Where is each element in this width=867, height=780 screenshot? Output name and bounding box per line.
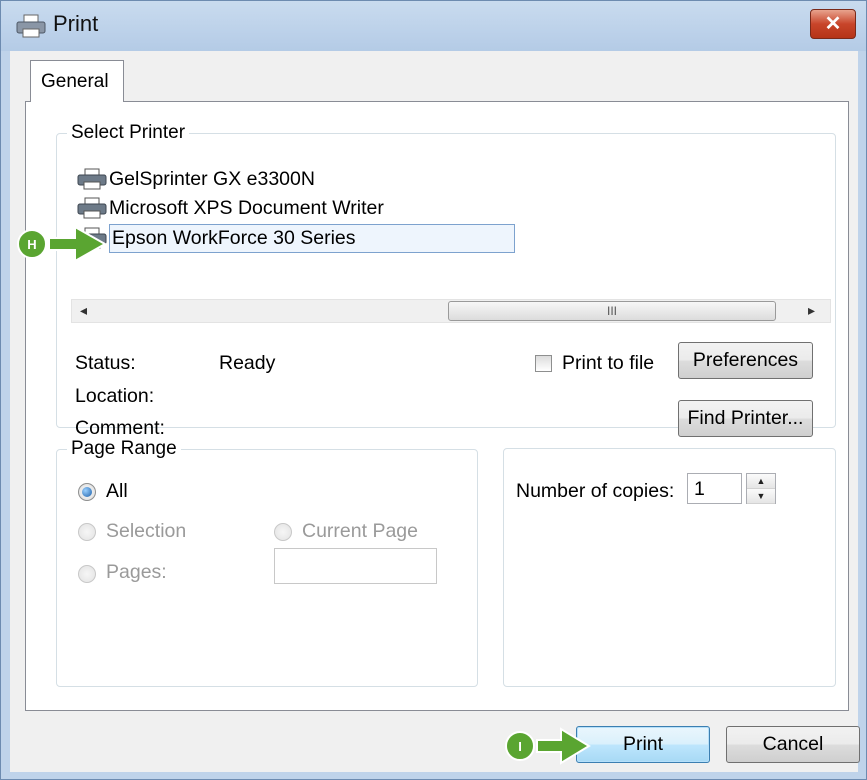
printer-item-gelsprinter[interactable]: GelSprinter GX e3300N [77,166,315,192]
current-page-label[interactable]: Current Page [302,520,418,543]
comment-label: Comment: [75,417,165,439]
printer-item-epson[interactable]: Epson WorkForce 30 Series [77,223,515,253]
print-to-file-label[interactable]: Print to file [562,352,654,375]
general-tab-panel: Select Printer GelSprinter GX e3300N Mic… [25,101,849,711]
title-bar[interactable]: Print ✕ [1,1,866,51]
window-title: Print [53,11,99,36]
copies-input[interactable]: 1 [687,473,742,504]
cancel-button[interactable]: Cancel [726,726,860,763]
preferences-button[interactable]: Preferences [678,342,813,379]
printer-list-scrollbar[interactable]: ◂ III ▸ [71,299,831,323]
current-page-radio[interactable] [274,523,292,541]
copies-group: Number of copies: 1 ▲ ▼ [503,448,836,687]
printer-item-xps[interactable]: Microsoft XPS Document Writer [77,195,384,221]
selection-label[interactable]: Selection [106,520,186,543]
print-to-file-checkbox[interactable] [535,355,552,372]
scrollbar-thumb[interactable]: III [448,301,776,321]
close-icon: ✕ [824,13,842,35]
status-value: Ready [219,352,276,374]
select-printer-legend: Select Printer [71,122,186,143]
copies-spinner[interactable]: ▲ ▼ [746,473,776,504]
spin-down-icon[interactable]: ▼ [747,489,775,504]
callout-h-letter: H [27,237,36,252]
page-range-legend: Page Range [71,438,177,459]
all-label[interactable]: All [106,480,128,503]
callout-i-arrow: I [505,727,591,765]
callout-i-letter: I [518,739,522,754]
scroll-left-icon[interactable]: ◂ [80,302,87,319]
printer-name: Epson WorkForce 30 Series [109,223,515,253]
status-label: Status: [75,352,136,374]
dialog-body: General Select Printer GelSprinter GX e3… [10,51,860,772]
pages-radio[interactable] [78,565,96,583]
callout-h-arrow: H [17,225,108,263]
pages-label[interactable]: Pages: [106,561,167,584]
all-radio[interactable] [78,483,96,501]
copies-label: Number of copies: [516,480,675,502]
pages-input[interactable] [274,548,437,584]
printer-icon [77,197,107,219]
selection-radio[interactable] [78,523,96,541]
radio-selected-dot [82,487,92,497]
location-label: Location: [75,385,155,407]
close-button[interactable]: ✕ [810,9,856,39]
select-printer-group: Select Printer GelSprinter GX e3300N Mic… [56,122,836,439]
printer-icon [16,14,46,38]
spin-up-icon[interactable]: ▲ [747,474,775,489]
print-dialog: Print ✕ General Select Printer GelSprint… [0,0,867,780]
printer-icon [77,168,107,190]
find-printer-button[interactable]: Find Printer... [678,400,813,437]
scroll-right-icon[interactable]: ▸ [808,302,815,319]
printer-name: Microsoft XPS Document Writer [109,196,384,219]
printer-name: GelSprinter GX e3300N [109,167,315,190]
page-range-group: Page Range All Selection Current Page Pa… [56,438,478,687]
tab-general[interactable]: General [30,60,124,102]
